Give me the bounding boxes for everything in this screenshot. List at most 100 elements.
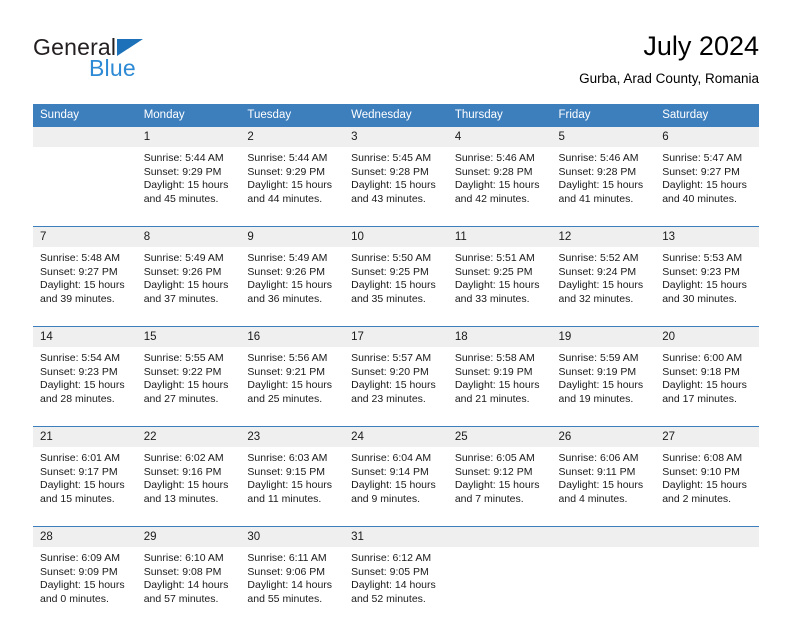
day-daylight-line-text: and 28 minutes. (40, 393, 130, 407)
day-details: Sunrise: 6:01 AMSunset: 9:17 PMDaylight:… (33, 447, 137, 526)
calendar-day-cell[interactable]: 3Sunrise: 5:45 AMSunset: 9:28 PMDaylight… (344, 127, 448, 227)
day-daylight-line-text: and 44 minutes. (247, 193, 337, 207)
day-sunrise-text: Sunrise: 5:45 AM (351, 152, 441, 166)
day-number: 21 (33, 427, 137, 447)
day-number: 10 (344, 227, 448, 247)
day-details: Sunrise: 5:57 AMSunset: 9:20 PMDaylight:… (344, 347, 448, 426)
day-sunrise-text: Sunrise: 5:48 AM (40, 252, 130, 266)
day-daylight-line-text: Daylight: 15 hours (662, 379, 752, 393)
calendar-day-cell[interactable]: 22Sunrise: 6:02 AMSunset: 9:16 PMDayligh… (137, 427, 241, 527)
day-number: 7 (33, 227, 137, 247)
day-daylight-line-text: Daylight: 15 hours (455, 479, 545, 493)
day-daylight-line-text: Daylight: 14 hours (351, 579, 441, 593)
day-sunset-text: Sunset: 9:05 PM (351, 566, 441, 580)
calendar-day-cell[interactable]: 25Sunrise: 6:05 AMSunset: 9:12 PMDayligh… (448, 427, 552, 527)
day-details: Sunrise: 5:56 AMSunset: 9:21 PMDaylight:… (240, 347, 344, 426)
day-daylight-line-text: Daylight: 15 hours (144, 279, 234, 293)
calendar-day-cell[interactable]: 6Sunrise: 5:47 AMSunset: 9:27 PMDaylight… (655, 127, 759, 227)
day-daylight-line-text: Daylight: 15 hours (351, 279, 441, 293)
day-details: Sunrise: 6:03 AMSunset: 9:15 PMDaylight:… (240, 447, 344, 526)
day-daylight-line-text: Daylight: 15 hours (40, 279, 130, 293)
calendar-day-cell[interactable]: 15Sunrise: 5:55 AMSunset: 9:22 PMDayligh… (137, 327, 241, 427)
day-number: 19 (552, 327, 656, 347)
day-daylight-line-text: and 25 minutes. (247, 393, 337, 407)
day-sunrise-text: Sunrise: 5:54 AM (40, 352, 130, 366)
calendar-day-cell[interactable]: 30Sunrise: 6:11 AMSunset: 9:06 PMDayligh… (240, 527, 344, 626)
day-sunset-text: Sunset: 9:14 PM (351, 466, 441, 480)
day-daylight-line-text: and 23 minutes. (351, 393, 441, 407)
calendar-day-cell[interactable]: 28Sunrise: 6:09 AMSunset: 9:09 PMDayligh… (33, 527, 137, 626)
day-daylight-line-text: Daylight: 15 hours (247, 379, 337, 393)
calendar-day-cell[interactable]: 21Sunrise: 6:01 AMSunset: 9:17 PMDayligh… (33, 427, 137, 527)
day-daylight-line-text: Daylight: 15 hours (247, 279, 337, 293)
day-number: 23 (240, 427, 344, 447)
calendar-day-cell[interactable]: 23Sunrise: 6:03 AMSunset: 9:15 PMDayligh… (240, 427, 344, 527)
calendar-table: Sunday Monday Tuesday Wednesday Thursday… (33, 104, 759, 626)
calendar-day-cell[interactable]: 27Sunrise: 6:08 AMSunset: 9:10 PMDayligh… (655, 427, 759, 527)
day-number: 25 (448, 427, 552, 447)
calendar-day-cell[interactable]: 19Sunrise: 5:59 AMSunset: 9:19 PMDayligh… (552, 327, 656, 427)
day-details: Sunrise: 6:04 AMSunset: 9:14 PMDaylight:… (344, 447, 448, 526)
day-sunset-text: Sunset: 9:25 PM (455, 266, 545, 280)
day-daylight-line-text: Daylight: 15 hours (144, 479, 234, 493)
day-number: 2 (240, 127, 344, 147)
calendar-day-cell[interactable]: 16Sunrise: 5:56 AMSunset: 9:21 PMDayligh… (240, 327, 344, 427)
day-details: Sunrise: 6:02 AMSunset: 9:16 PMDaylight:… (137, 447, 241, 526)
calendar-day-cell[interactable]: 13Sunrise: 5:53 AMSunset: 9:23 PMDayligh… (655, 227, 759, 327)
day-number: 15 (137, 327, 241, 347)
day-sunset-text: Sunset: 9:23 PM (662, 266, 752, 280)
calendar-day-cell[interactable]: 24Sunrise: 6:04 AMSunset: 9:14 PMDayligh… (344, 427, 448, 527)
day-details: Sunrise: 5:44 AMSunset: 9:29 PMDaylight:… (137, 147, 241, 226)
day-sunset-text: Sunset: 9:24 PM (559, 266, 649, 280)
calendar-day-cell[interactable]: 4Sunrise: 5:46 AMSunset: 9:28 PMDaylight… (448, 127, 552, 227)
calendar-body: 1Sunrise: 5:44 AMSunset: 9:29 PMDaylight… (33, 127, 759, 626)
day-daylight-line-text: Daylight: 15 hours (455, 179, 545, 193)
day-sunset-text: Sunset: 9:23 PM (40, 366, 130, 380)
day-details: Sunrise: 5:47 AMSunset: 9:27 PMDaylight:… (655, 147, 759, 226)
day-sunrise-text: Sunrise: 5:46 AM (455, 152, 545, 166)
calendar-day-cell[interactable]: 5Sunrise: 5:46 AMSunset: 9:28 PMDaylight… (552, 127, 656, 227)
day-daylight-line-text: and 33 minutes. (455, 293, 545, 307)
day-details: Sunrise: 5:59 AMSunset: 9:19 PMDaylight:… (552, 347, 656, 426)
calendar-day-cell[interactable]: 14Sunrise: 5:54 AMSunset: 9:23 PMDayligh… (33, 327, 137, 427)
day-sunrise-text: Sunrise: 6:06 AM (559, 452, 649, 466)
day-details: Sunrise: 5:45 AMSunset: 9:28 PMDaylight:… (344, 147, 448, 226)
day-sunset-text: Sunset: 9:25 PM (351, 266, 441, 280)
day-details: Sunrise: 5:46 AMSunset: 9:28 PMDaylight:… (552, 147, 656, 226)
calendar-day-cell[interactable]: 2Sunrise: 5:44 AMSunset: 9:29 PMDaylight… (240, 127, 344, 227)
day-sunrise-text: Sunrise: 5:46 AM (559, 152, 649, 166)
calendar-day-cell[interactable]: 31Sunrise: 6:12 AMSunset: 9:05 PMDayligh… (344, 527, 448, 626)
day-sunrise-text: Sunrise: 6:03 AM (247, 452, 337, 466)
day-daylight-line-text: Daylight: 15 hours (144, 379, 234, 393)
day-sunrise-text: Sunrise: 6:05 AM (455, 452, 545, 466)
day-number: 8 (137, 227, 241, 247)
day-daylight-line-text: and 21 minutes. (455, 393, 545, 407)
day-daylight-line-text: Daylight: 15 hours (662, 279, 752, 293)
calendar-day-cell[interactable]: 10 Sunrise: 5:50 AMSunset: 9:25 PMDayligh… (344, 227, 448, 327)
day-details: Sunrise: 5:44 AMSunset: 9:29 PMDaylight:… (240, 147, 344, 226)
day-daylight-line-text: Daylight: 15 hours (662, 179, 752, 193)
calendar-day-cell[interactable]: 11Sunrise: 5:51 AMSunset: 9:25 PMDayligh… (448, 227, 552, 327)
calendar-day-cell[interactable]: 8Sunrise: 5:49 AMSunset: 9:26 PMDaylight… (137, 227, 241, 327)
day-sunrise-text: Sunrise: 5:49 AM (144, 252, 234, 266)
day-daylight-line-text: and 17 minutes. (662, 393, 752, 407)
calendar-day-cell[interactable]: 1Sunrise: 5:44 AMSunset: 9:29 PMDaylight… (137, 127, 241, 227)
calendar-day-cell[interactable]: 7Sunrise: 5:48 AMSunset: 9:27 PMDaylight… (33, 227, 137, 327)
calendar-day-cell[interactable]: 29Sunrise: 6:10 AMSunset: 9:08 PMDayligh… (137, 527, 241, 626)
day-sunset-text: Sunset: 9:09 PM (40, 566, 130, 580)
day-details: Sunrise: 6:11 AMSunset: 9:06 PMDaylight:… (240, 547, 344, 626)
day-sunrise-text: Sunrise: 6:04 AM (351, 452, 441, 466)
day-number (448, 527, 552, 547)
calendar-day-cell[interactable]: 17Sunrise: 5:57 AMSunset: 9:20 PMDayligh… (344, 327, 448, 427)
calendar-day-cell[interactable]: 18Sunrise: 5:58 AMSunset: 9:19 PMDayligh… (448, 327, 552, 427)
weekday-header-monday: Monday (137, 104, 241, 127)
calendar-day-cell[interactable]: 26Sunrise: 6:06 AMSunset: 9:11 PMDayligh… (552, 427, 656, 527)
day-daylight-line-text: and 42 minutes. (455, 193, 545, 207)
day-number: 27 (655, 427, 759, 447)
day-sunrise-text: Sunrise: 5:50 AM (351, 252, 441, 266)
weekday-header-saturday: Saturday (655, 104, 759, 127)
calendar-day-cell[interactable]: 12Sunrise: 5:52 AMSunset: 9:24 PMDayligh… (552, 227, 656, 327)
calendar-day-cell[interactable]: 20Sunrise: 6:00 AMSunset: 9:18 PMDayligh… (655, 327, 759, 427)
day-details: Sunrise: 5:54 AMSunset: 9:23 PMDaylight:… (33, 347, 137, 426)
calendar-day-cell[interactable]: 9Sunrise: 5:49 AMSunset: 9:26 PMDaylight… (240, 227, 344, 327)
